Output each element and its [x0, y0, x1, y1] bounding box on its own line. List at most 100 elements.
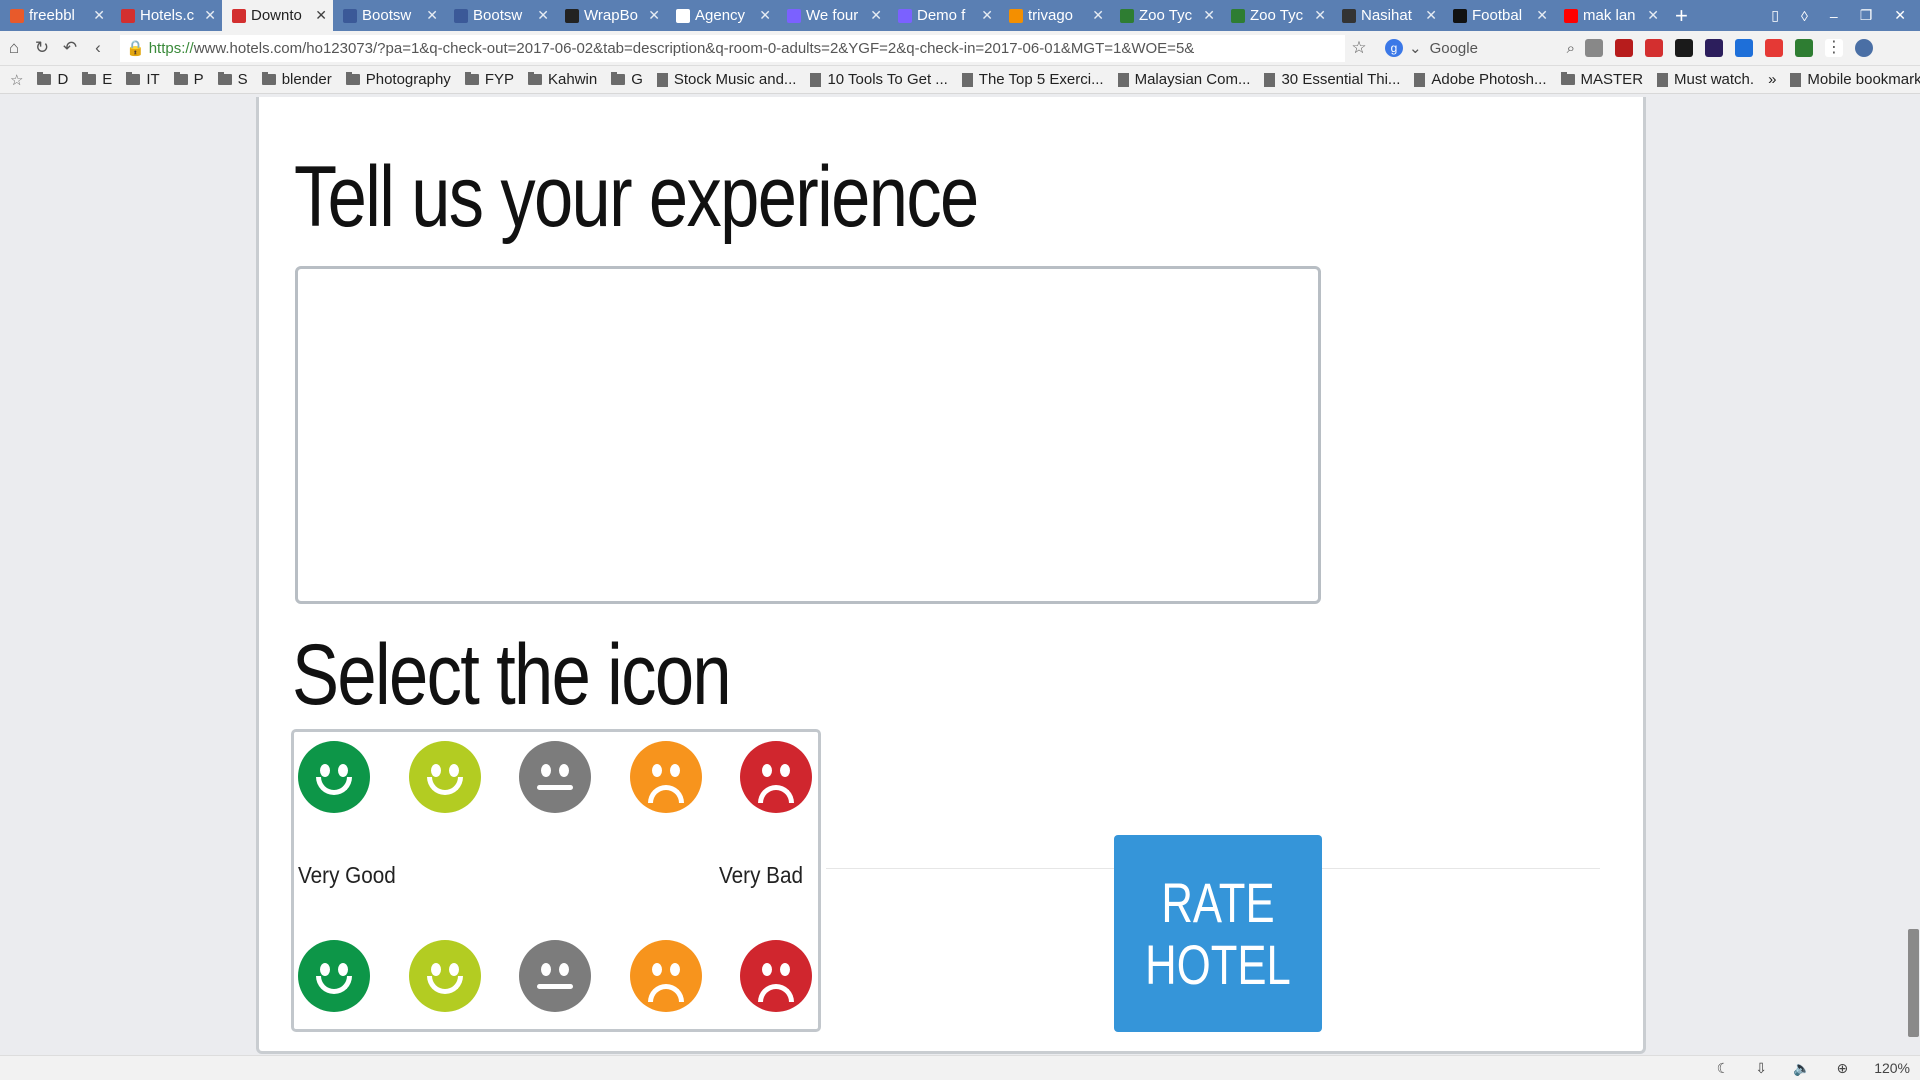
tab[interactable]: Zoo Tyc ✕ [1110, 0, 1221, 31]
tab-list-icon[interactable]: ▯ [1771, 7, 1779, 24]
search-icon[interactable]: ⌕ [1567, 40, 1575, 57]
extension-icon[interactable] [1795, 39, 1813, 57]
bad-face-icon[interactable] [629, 940, 702, 1012]
bookmark-item[interactable]: D [37, 71, 68, 88]
bookmark-item[interactable]: G [611, 71, 643, 88]
close-tab-icon[interactable]: ✕ [648, 7, 660, 24]
bookmark-label: FYP [484, 71, 514, 88]
bookmark-item[interactable]: FYP [464, 71, 514, 88]
extension-icon[interactable] [1675, 39, 1693, 57]
extension-icon[interactable] [1645, 39, 1663, 57]
bookmark-item[interactable]: 30 Essential Thi... [1264, 71, 1400, 88]
bad-face-icon[interactable] [629, 741, 702, 813]
tab[interactable]: Bootsw ✕ [333, 0, 444, 31]
scissors-icon[interactable] [1585, 39, 1603, 57]
bookmark-item[interactable]: IT [126, 71, 160, 88]
very-good-face-icon[interactable] [298, 940, 370, 1012]
address-bar[interactable]: 🔒 https:// www.hotels.com/ho123073/?pa=1… [120, 34, 1345, 62]
new-tab-button[interactable]: + [1675, 3, 1688, 29]
shield-icon[interactable]: ◊ [1801, 8, 1808, 24]
close-tab-icon[interactable]: ✕ [1092, 7, 1104, 24]
tab[interactable]: Agency ✕ [666, 0, 777, 31]
zoom-level[interactable]: 120% [1874, 1060, 1910, 1076]
neutral-face-icon[interactable] [519, 741, 591, 813]
bookmark-item[interactable]: 10 Tools To Get ... [810, 71, 948, 88]
very-bad-face-icon[interactable] [740, 940, 812, 1012]
tab[interactable]: WrapBo ✕ [555, 0, 666, 31]
bookmark-item[interactable]: E [82, 71, 112, 88]
close-tab-icon[interactable]: ✕ [1536, 7, 1548, 24]
tab[interactable]: freebbl ✕ [0, 0, 111, 31]
bookmark-star-icon[interactable]: ☆ [1345, 38, 1373, 58]
tab[interactable]: Hotels.c ✕ [111, 0, 222, 31]
rate-hotel-button[interactable]: RATE HOTEL [1114, 835, 1322, 1032]
bookmark-item[interactable]: Must watch. [1657, 71, 1754, 88]
tab[interactable]: Zoo Tyc ✕ [1221, 0, 1332, 31]
bookmark-item[interactable]: P [173, 71, 204, 88]
download-icon[interactable]: ⇩ [1755, 1060, 1767, 1077]
close-window-icon[interactable]: ✕ [1894, 7, 1906, 24]
close-tab-icon[interactable]: ✕ [93, 7, 105, 24]
close-tab-icon[interactable]: ✕ [1425, 7, 1437, 24]
bookmark-item[interactable]: S [217, 71, 248, 88]
extension-icon[interactable] [1615, 39, 1633, 57]
restore-icon[interactable]: ❐ [1860, 7, 1873, 24]
scrollbar[interactable] [1906, 95, 1920, 1055]
volume-icon[interactable]: 🔈 [1793, 1060, 1810, 1077]
good-face-icon[interactable] [408, 940, 481, 1012]
close-tab-icon[interactable]: ✕ [315, 7, 327, 24]
bookmark-item[interactable]: Malaysian Com... [1117, 71, 1250, 88]
zoom-icon[interactable]: ⊕ [1836, 1060, 1848, 1077]
bookmarks-more-icon[interactable]: » [1768, 71, 1776, 88]
close-tab-icon[interactable]: ✕ [870, 7, 882, 24]
tab[interactable]: Nasihat ✕ [1332, 0, 1443, 31]
back-icon[interactable]: ‹ [84, 38, 112, 58]
close-tab-icon[interactable]: ✕ [1314, 7, 1326, 24]
search-box[interactable]: g ⌄ Google ⌕ [1385, 35, 1575, 62]
eye [780, 764, 790, 777]
search-engine-icon[interactable]: g [1385, 39, 1403, 57]
tab-label: mak lan [1583, 7, 1636, 24]
home-icon[interactable]: ⌂ [0, 38, 28, 58]
very-bad-face-icon[interactable] [740, 741, 812, 813]
bookmark-item[interactable]: Stock Music and... [656, 71, 796, 88]
tab[interactable]: We four ✕ [777, 0, 888, 31]
tab[interactable]: Bootsw ✕ [444, 0, 555, 31]
tab[interactable]: Demo f ✕ [888, 0, 999, 31]
menu-icon[interactable]: ⋮ [1825, 39, 1843, 57]
close-tab-icon[interactable]: ✕ [1647, 7, 1659, 24]
tab-label: trivago [1028, 7, 1074, 24]
close-tab-icon[interactable]: ✕ [759, 7, 771, 24]
bookmark-item[interactable]: Adobe Photosh... [1414, 71, 1547, 88]
avatar[interactable] [1855, 39, 1873, 57]
neutral-face-icon[interactable] [519, 940, 591, 1012]
tab[interactable]: mak lan ✕ [1554, 0, 1665, 31]
chevron-down-icon[interactable]: ⌄ [1409, 39, 1422, 57]
close-tab-icon[interactable]: ✕ [981, 7, 993, 24]
bookmark-item[interactable]: Photography [345, 71, 451, 88]
bookmark-item[interactable]: Kahwin [528, 71, 597, 88]
bookmark-item[interactable]: The Top 5 Exerci... [961, 71, 1104, 88]
close-tab-icon[interactable]: ✕ [426, 7, 438, 24]
tab[interactable]: Footbal ✕ [1443, 0, 1554, 31]
star-icon[interactable]: ☆ [10, 71, 23, 89]
very-good-face-icon[interactable] [298, 741, 370, 813]
close-tab-icon[interactable]: ✕ [537, 7, 549, 24]
close-tab-icon[interactable]: ✕ [204, 7, 216, 24]
good-face-icon[interactable] [408, 741, 481, 813]
extension-icon[interactable] [1735, 39, 1753, 57]
undo-icon[interactable]: ↶ [56, 38, 84, 58]
extension-icon[interactable] [1705, 39, 1723, 57]
night-mode-icon[interactable]: ☾ [1717, 1060, 1730, 1077]
minimize-icon[interactable]: – [1830, 8, 1838, 24]
bookmark-item[interactable]: blender [261, 71, 332, 88]
extension-icon[interactable] [1765, 39, 1783, 57]
experience-textarea[interactable] [295, 266, 1321, 604]
tab[interactable]: Downto ✕ [222, 0, 333, 31]
mobile-bookmarks[interactable]: Mobile bookmarks [1790, 71, 1920, 88]
close-tab-icon[interactable]: ✕ [1203, 7, 1215, 24]
tab[interactable]: trivago ✕ [999, 0, 1110, 31]
bookmark-item[interactable]: MASTER [1560, 71, 1643, 88]
scrollbar-thumb[interactable] [1908, 929, 1919, 1037]
reload-icon[interactable]: ↻ [28, 38, 56, 58]
